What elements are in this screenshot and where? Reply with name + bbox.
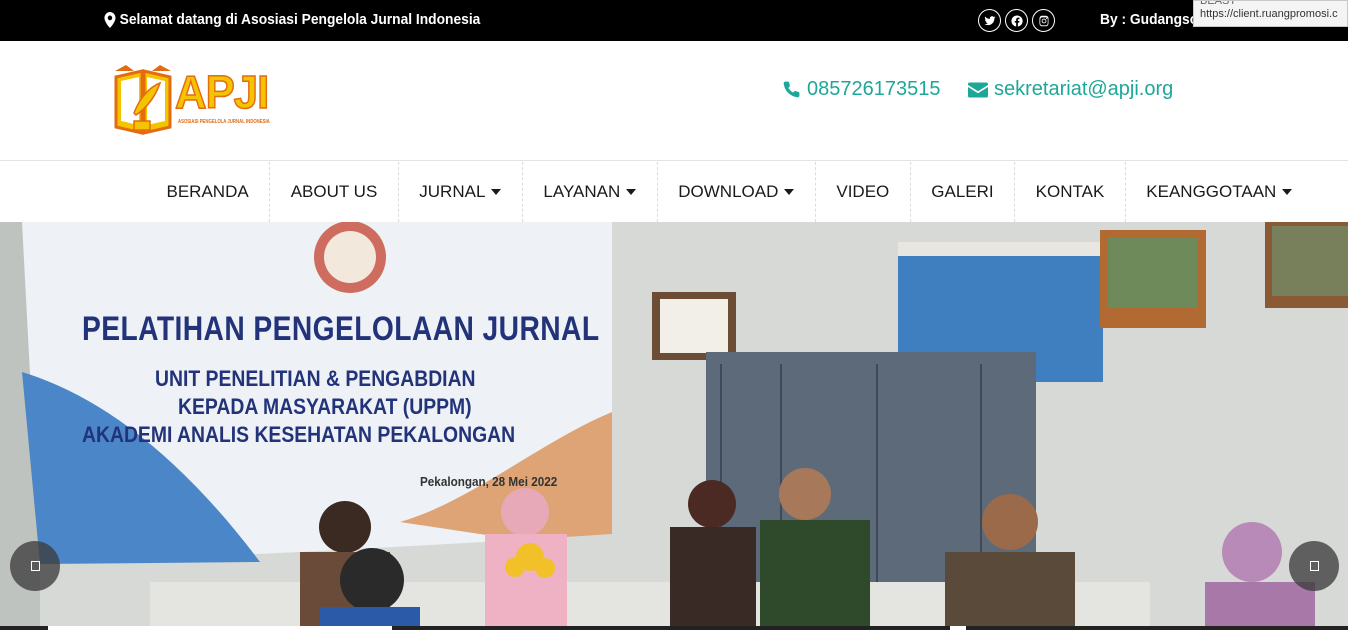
twitter-link[interactable]	[978, 9, 1001, 32]
nav-item-label: GALERI	[931, 182, 994, 201]
banner-line: KEPADA MASYARAKAT (UPPM)	[178, 394, 472, 419]
banner-date: Pekalongan, 28 Mei 2022	[420, 474, 558, 489]
instagram-icon	[1038, 15, 1048, 26]
phone-icon	[783, 81, 800, 98]
logo-subtitle: ASOSIASI PENGELOLA JURNAL INDONESIA	[178, 119, 270, 125]
nav-item-layanan[interactable]: LAYANAN	[523, 162, 658, 222]
slider-progress-bar	[0, 626, 1348, 630]
nav-item-label: ABOUT US	[290, 182, 378, 201]
main-navigation: BERANDA ABOUT US JURNAL LAYANAN DOWNLOAD…	[0, 162, 1348, 222]
nav-item-label: DOWNLOAD	[678, 182, 779, 201]
caret-down-icon	[491, 189, 502, 195]
next-icon	[1309, 561, 1319, 571]
phone-contact[interactable]: 085726173515	[782, 78, 940, 101]
envelope-icon	[968, 82, 988, 97]
instagram-link[interactable]	[1032, 9, 1055, 32]
welcome-text: Selamat datang di Asosiasi Pengelola Jur…	[119, 11, 481, 28]
link-url-tooltip: BEAST https://client.ruangpromosi.c	[1193, 0, 1348, 27]
email-contact[interactable]: sekretariat@apji.org	[968, 78, 1173, 101]
map-marker-icon	[104, 11, 116, 28]
nav-item-keanggotaan[interactable]: KEANGGOTAAN	[1126, 162, 1313, 222]
facebook-icon	[1010, 14, 1023, 26]
nav-item-video[interactable]: VIDEO	[816, 162, 911, 222]
banner-title: PELATIHAN PENGELOLAAN JURNAL	[82, 310, 600, 348]
nav-item-label: JURNAL	[419, 182, 486, 201]
caret-down-icon	[626, 189, 637, 195]
nav-item-label: KEANGGOTAAN	[1146, 182, 1277, 201]
welcome-message: Selamat datang di Asosiasi Pengelola Jur…	[104, 11, 480, 28]
nav-item-kontak[interactable]: KONTAK	[1015, 162, 1126, 222]
nav-item-galeri[interactable]: GALERI	[911, 162, 1016, 222]
social-links	[978, 9, 1055, 32]
nav-item-download[interactable]: DOWNLOAD	[658, 162, 816, 222]
byline: By : Gudangsoft	[1100, 11, 1208, 28]
banner-line: UNIT PENELITIAN & PENGABDIAN	[155, 366, 476, 391]
nav-item-jurnal[interactable]: JURNAL	[399, 162, 523, 222]
slider-progress-segment	[950, 626, 966, 630]
banner-line: AKADEMI ANALIS KESEHATAN PEKALONGAN	[82, 422, 516, 447]
twitter-icon	[984, 15, 995, 25]
slider-progress-segment	[48, 626, 392, 630]
slider-prev-button[interactable]	[10, 541, 60, 591]
hero-slider[interactable]: PELATIHAN PENGELOLAAN JURNAL UNIT PENELI…	[0, 222, 1348, 630]
email-address: sekretariat@apji.org	[994, 78, 1174, 100]
logo-title: APJI	[174, 65, 270, 119]
nav-menu: BERANDA ABOUT US JURNAL LAYANAN DOWNLOAD…	[146, 162, 1313, 222]
nav-item-label: KONTAK	[1035, 182, 1105, 201]
top-bar: Selamat datang di Asosiasi Pengelola Jur…	[0, 0, 1348, 41]
site-logo[interactable]: APJI ASOSIASI PENGELOLA JURNAL INDONESIA	[112, 63, 282, 141]
nav-item-beranda[interactable]: BERANDA	[146, 162, 271, 222]
phone-number: 085726173515	[807, 78, 941, 100]
caret-down-icon	[784, 189, 795, 195]
facebook-link[interactable]	[1005, 9, 1028, 32]
tooltip-title: BEAST	[1200, 0, 1237, 7]
tooltip-url: https://client.ruangpromosi.c	[1200, 8, 1338, 20]
site-header: APJI ASOSIASI PENGELOLA JURNAL INDONESIA…	[0, 41, 1348, 161]
caret-down-icon	[1282, 189, 1293, 195]
prev-icon	[30, 561, 40, 571]
nav-item-label: VIDEO	[836, 182, 890, 201]
nav-item-label: BERANDA	[166, 182, 249, 201]
slider-next-button[interactable]	[1289, 541, 1339, 591]
nav-item-label: LAYANAN	[543, 182, 621, 201]
nav-item-about-us[interactable]: ABOUT US	[270, 162, 399, 222]
